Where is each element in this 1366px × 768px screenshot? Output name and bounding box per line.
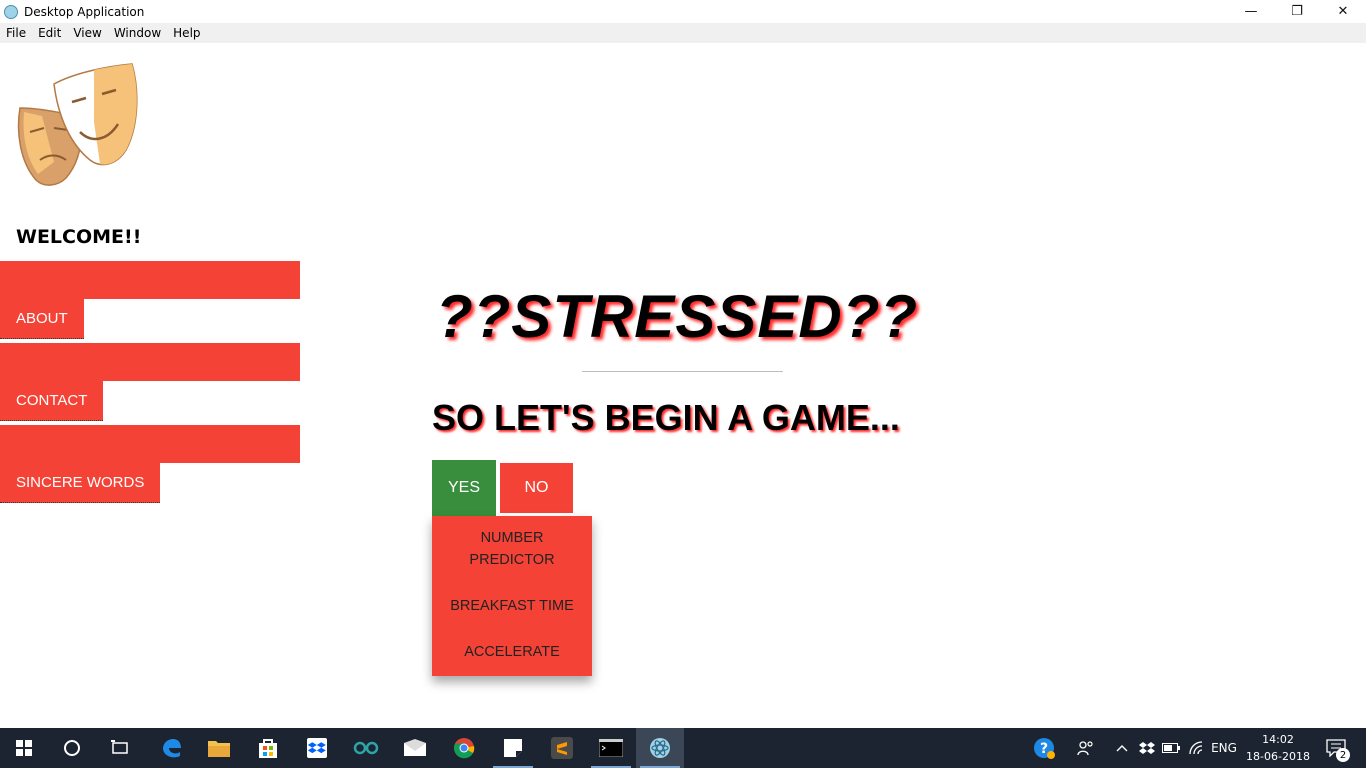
electron-icon[interactable]	[636, 728, 684, 768]
chrome-icon[interactable]	[440, 728, 488, 768]
electron-app-icon	[4, 4, 18, 19]
dropdown-item-breakfast-time[interactable]: BREAKFAST TIME	[432, 595, 592, 617]
people-icon[interactable]	[1072, 728, 1100, 768]
notification-center-icon[interactable]: 2	[1318, 728, 1354, 768]
welcome-heading: WELCOME!!	[16, 226, 142, 248]
title-bar: Desktop Application — ❐ ✕	[0, 0, 1366, 23]
clock-time: 14:02	[1262, 733, 1294, 746]
menu-bar: File Edit View Window Help	[0, 23, 1366, 43]
sidebar-item-about[interactable]: ABOUT	[0, 261, 300, 339]
sticky-notes-icon[interactable]	[489, 728, 537, 768]
clock[interactable]: 14:02 18-06-2018	[1246, 731, 1310, 765]
close-button[interactable]: ✕	[1320, 0, 1366, 23]
language-indicator[interactable]: ENG	[1210, 728, 1238, 768]
svg-text:?: ?	[1040, 741, 1048, 757]
nav-link-sincere-words[interactable]: SINCERE WORDS	[0, 463, 161, 503]
notification-count-badge: 2	[1336, 748, 1350, 762]
store-icon[interactable]	[244, 728, 292, 768]
clock-date: 18-06-2018	[1246, 750, 1310, 763]
task-view-icon[interactable]	[96, 728, 144, 768]
page-subheading: SO LET'S BEGIN A GAME...	[432, 397, 900, 438]
dropbox-icon[interactable]	[293, 728, 341, 768]
taskbar: ? ENG 14:02 18-06-2018 2	[0, 728, 1366, 768]
chevron-up-icon[interactable]	[1112, 728, 1132, 768]
dropbox-tray-icon[interactable]	[1136, 728, 1158, 768]
divider	[582, 371, 783, 372]
nav-link-contact[interactable]: CONTACT	[0, 381, 104, 421]
yes-button[interactable]: YES	[432, 460, 496, 516]
terminal-icon[interactable]	[587, 728, 635, 768]
sublime-icon[interactable]	[538, 728, 586, 768]
wifi-icon[interactable]	[1186, 728, 1208, 768]
game-dropdown-menu: NUMBER PREDICTOR BREAKFAST TIME ACCELERA…	[432, 516, 592, 676]
page-headline: ??STRESSED??	[436, 283, 919, 350]
menu-view[interactable]: View	[67, 26, 107, 40]
menu-file[interactable]: File	[0, 26, 32, 40]
mail-icon[interactable]	[391, 728, 439, 768]
minimize-button[interactable]: —	[1228, 0, 1274, 23]
help-icon[interactable]: ?	[1030, 728, 1058, 768]
theatre-masks-logo	[17, 63, 138, 186]
window-title: Desktop Application	[24, 4, 145, 19]
sidebar-item-sincere-words[interactable]: SINCERE WORDS	[0, 425, 300, 503]
menu-help[interactable]: Help	[167, 26, 206, 40]
menu-edit[interactable]: Edit	[32, 26, 67, 40]
window-controls: — ❐ ✕	[1228, 0, 1366, 23]
sidebar-item-contact[interactable]: CONTACT	[0, 343, 300, 421]
dropdown-item-number-predictor[interactable]: NUMBER PREDICTOR	[432, 527, 592, 571]
battery-icon[interactable]	[1160, 728, 1182, 768]
file-explorer-icon[interactable]	[195, 728, 243, 768]
cortana-icon[interactable]	[48, 728, 96, 768]
nav-bar-decoration	[0, 425, 300, 463]
dropdown-item-accelerate[interactable]: ACCELERATE	[432, 641, 592, 663]
start-icon[interactable]	[0, 728, 48, 768]
nav-bar-decoration	[0, 261, 300, 299]
restore-button[interactable]: ❐	[1274, 0, 1320, 23]
nav-bar-decoration	[0, 343, 300, 381]
arduino-icon[interactable]	[342, 728, 390, 768]
edge-icon[interactable]	[147, 728, 195, 768]
nav-link-about[interactable]: ABOUT	[0, 299, 84, 339]
menu-window[interactable]: Window	[108, 26, 167, 40]
no-button[interactable]: NO	[500, 463, 573, 513]
